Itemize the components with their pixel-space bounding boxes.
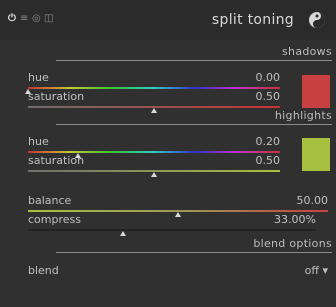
slider-value: 0.50 xyxy=(255,154,281,167)
shadows-saturation-slider[interactable]: saturation 0.50 xyxy=(28,91,280,117)
multi-instance-icon[interactable]: ◫ xyxy=(44,14,53,24)
slider-value: 0.20 xyxy=(255,135,281,148)
blend-mode-dropdown[interactable]: off ▾ xyxy=(305,265,328,277)
module-title: split toning xyxy=(211,12,294,28)
reset-icon[interactable]: ◎ xyxy=(32,14,41,24)
section-divider-highlights xyxy=(56,124,332,125)
slider-value: 33.00% xyxy=(274,213,316,226)
slider-label: hue xyxy=(28,135,49,148)
section-label-shadows: shadows xyxy=(282,45,332,58)
slider-marker[interactable] xyxy=(120,231,127,236)
section-label-blend-options: blend options xyxy=(253,237,332,250)
slider-bar-hue-gradient xyxy=(28,87,280,89)
slider-value: 50.00 xyxy=(296,194,329,207)
slider-value: 0.50 xyxy=(255,90,281,103)
slider-bar-hue-gradient xyxy=(28,151,280,153)
slider-value: 0.00 xyxy=(255,71,281,84)
section-divider-shadows xyxy=(56,60,332,61)
slider-label: balance xyxy=(28,194,72,207)
shadows-color-swatch[interactable] xyxy=(302,75,330,108)
slider-label: compress xyxy=(28,213,81,226)
slider-label: saturation xyxy=(28,154,85,167)
module-header: ⏻ ≡ ◎ ◫ split toning xyxy=(0,0,336,40)
highlights-saturation-slider[interactable]: saturation 0.50 xyxy=(28,155,280,181)
section-label-highlights: highlights xyxy=(274,109,332,122)
section-divider-blend-options xyxy=(56,252,332,253)
slider-marker[interactable] xyxy=(151,108,157,113)
blend-label: blend xyxy=(28,264,59,277)
module-logo-icon xyxy=(309,12,325,28)
slider-marker[interactable] xyxy=(151,172,157,177)
slider-bar xyxy=(28,229,316,231)
slider-label: saturation xyxy=(28,90,85,103)
presets-icon[interactable]: ≡ xyxy=(20,14,28,24)
highlights-color-swatch[interactable] xyxy=(302,138,330,171)
power-icon[interactable]: ⏻ xyxy=(8,14,16,24)
slider-label: hue xyxy=(28,71,49,84)
